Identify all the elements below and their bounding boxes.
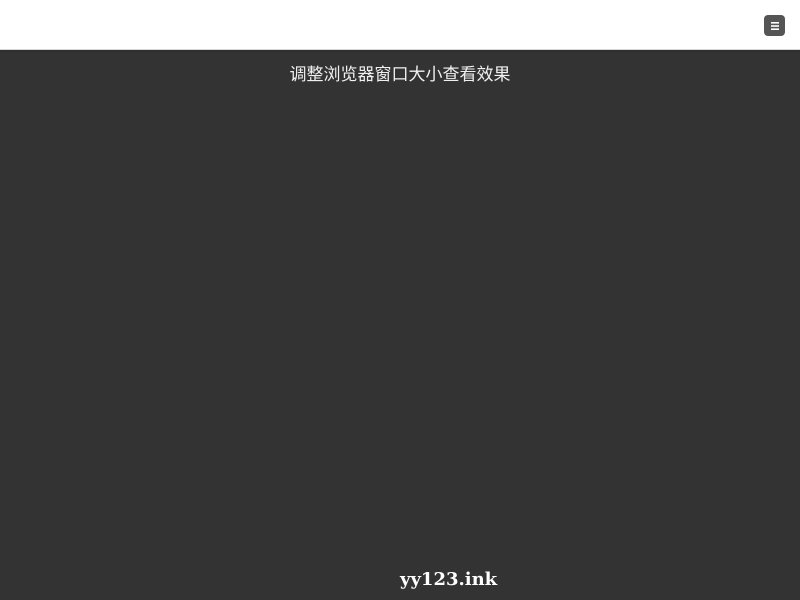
hamburger-menu-icon xyxy=(770,21,779,30)
top-navigation-bar xyxy=(0,0,800,50)
site-watermark: yy123.ink xyxy=(400,569,498,590)
app-page: 调整浏览器窗口大小查看效果 yy123.ink xyxy=(0,0,800,600)
resize-hint-text: 调整浏览器窗口大小查看效果 xyxy=(289,65,511,85)
menu-button[interactable] xyxy=(764,15,785,36)
